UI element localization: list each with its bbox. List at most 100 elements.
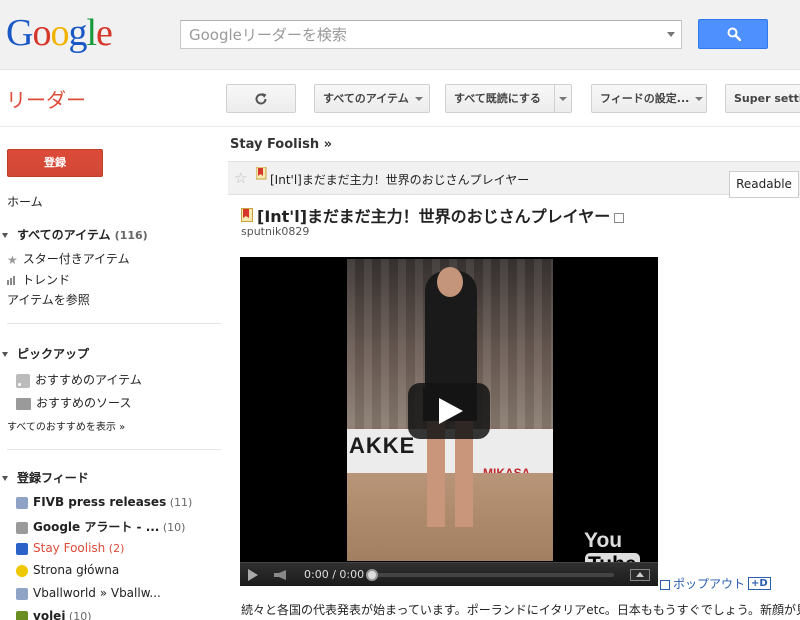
show-all-recommendations-link[interactable]: すべてのおすすめを表示 » — [7, 418, 125, 433]
feed-favicon-icon — [16, 496, 28, 509]
star-icon: ★ — [7, 252, 18, 267]
player-head — [437, 267, 463, 297]
readable-button[interactable]: Readable — [729, 171, 799, 198]
sidebar-item-starred[interactable]: ★ スター付きアイテム — [7, 250, 130, 267]
chevron-down-icon — [559, 97, 567, 101]
feed-favicon-icon — [16, 542, 28, 555]
entry-body-text: 続々と各国の代表発表が始まっています。ポーランドにイタリアetc。日本ももうすぐ… — [241, 603, 800, 617]
sidebar-item-recommended-sources[interactable]: おすすめのソース — [16, 394, 131, 411]
entry-title[interactable]: [Int'l]まだまだ主力！世界のおじさんプレイヤー — [241, 203, 625, 228]
feed-settings-label: フィードの設定... — [600, 92, 690, 105]
banner-text: AKKE — [349, 433, 416, 458]
video-controls: 0:00 / 0:00 — [240, 562, 658, 586]
blog-favicon-icon — [255, 166, 268, 184]
subscription-item[interactable]: volei (10) — [16, 609, 92, 620]
feed-favicon-icon — [16, 610, 28, 620]
logo-letter: o — [32, 12, 51, 54]
popout-label: ポップアウト — [673, 577, 746, 591]
entry-bar-title: [Int'l]まだまだ主力！世界のおじさんプレイヤー — [270, 173, 530, 187]
subscription-item[interactable]: Strona główna — [16, 563, 119, 577]
subscription-label: Strona główna — [33, 563, 120, 577]
unread-count: (2) — [105, 542, 125, 555]
youtube-logo-you: You — [584, 529, 623, 552]
folder-icon — [16, 397, 31, 410]
logo-letter: e — [96, 12, 113, 54]
popout-icon — [660, 579, 670, 590]
sidebar-item-home[interactable]: ホーム — [7, 193, 43, 210]
search-box[interactable] — [180, 20, 682, 49]
logo-letter: o — [50, 12, 69, 54]
subscription-item[interactable]: Vballworld » Vballw... — [16, 586, 161, 600]
unread-count: (116) — [114, 229, 148, 242]
unread-count: (11) — [166, 496, 193, 509]
play-button[interactable] — [408, 383, 490, 439]
play-icon[interactable] — [248, 569, 258, 581]
sidebar-divider — [7, 323, 221, 324]
mark-all-read-button[interactable]: すべて既読にする — [445, 84, 555, 113]
subscription-item[interactable]: Google アラート - ... (10) — [16, 518, 185, 535]
subscription-label: FIVB press releases — [33, 495, 167, 509]
volume-icon[interactable] — [274, 570, 286, 580]
sidebar-item-all-items[interactable]: すべてのアイテム (116) — [2, 226, 148, 243]
sidebar-item-label: すべてのアイテム — [17, 228, 111, 242]
search-icon — [727, 27, 741, 41]
feed-favicon-icon — [16, 564, 28, 577]
star-toggle-icon[interactable]: ☆ — [234, 169, 247, 187]
super-settings-button[interactable]: Super settings — [725, 84, 800, 113]
hd-badge-icon[interactable]: +D — [748, 577, 771, 590]
header: Google — [0, 0, 800, 70]
progress-scrubber[interactable] — [366, 569, 378, 581]
feed-favicon-icon — [16, 587, 28, 600]
app-title: リーダー — [6, 88, 86, 112]
entry-title-text: [Int'l]まだまだ主力！世界のおじさんプレイヤー — [257, 207, 611, 226]
sidebar-item-recommended-items[interactable]: おすすめのアイテム — [16, 371, 142, 388]
sidebar-item-label: スター付きアイテム — [22, 252, 130, 266]
rss-feed-icon — [16, 373, 30, 388]
subscription-label: Stay Foolish — [33, 541, 106, 555]
search-input[interactable] — [181, 21, 651, 48]
video-time: 0:00 / 0:00 — [304, 568, 365, 581]
mark-all-read-options-button[interactable] — [554, 84, 572, 113]
logo-letter: g — [68, 12, 87, 54]
entry-author[interactable]: sputnik0829 — [241, 225, 309, 238]
sidebar-section-explore[interactable]: ピックアップ — [2, 345, 90, 362]
logo-letter: l — [86, 12, 97, 54]
subscription-label: Vballworld » Vballw... — [33, 586, 161, 600]
subscription-item[interactable]: Stay Foolish (2) — [16, 541, 124, 555]
feed-settings-dropdown[interactable]: フィードの設定... — [591, 84, 707, 113]
popout-link[interactable]: ポップアウト — [660, 575, 745, 592]
subscription-item[interactable]: FIVB press releases (11) — [16, 495, 192, 509]
chevron-down-icon — [414, 97, 423, 101]
embedded-video[interactable]: AKKE MIKASA YouTube 0:00 / 0:00 — [240, 257, 658, 586]
refresh-button[interactable] — [226, 84, 296, 113]
subscribe-button[interactable]: 登録 — [7, 149, 103, 177]
expand-triangle-icon[interactable] — [2, 476, 8, 481]
sidebar-item-label: おすすめのアイテム — [35, 373, 142, 387]
chevron-down-icon — [695, 97, 704, 101]
sidebar-divider — [7, 449, 221, 450]
sidebar-item-trends[interactable]: トレンド — [7, 271, 70, 288]
subscription-label: Google アラート - ... — [33, 520, 160, 534]
sidebar-section-label: ピックアップ — [17, 347, 90, 361]
progress-track[interactable] — [372, 573, 614, 577]
sidebar-item-label: トレンド — [22, 273, 71, 287]
external-link-icon[interactable] — [614, 212, 625, 223]
subscription-label: volei — [33, 609, 66, 620]
all-items-dropdown[interactable]: すべてのアイテム — [314, 84, 430, 113]
stream-title[interactable]: Stay Foolish » — [230, 137, 332, 152]
refresh-icon — [255, 93, 267, 105]
fullscreen-icon[interactable] — [630, 569, 650, 581]
expand-triangle-icon[interactable] — [2, 352, 8, 357]
google-logo[interactable]: Google — [6, 8, 113, 58]
search-button[interactable] — [698, 19, 768, 49]
header-divider — [0, 126, 800, 127]
sidebar-item-browse[interactable]: アイテムを参照 — [7, 291, 90, 308]
search-options-chevron-icon[interactable] — [667, 32, 675, 37]
all-items-dropdown-label: すべてのアイテム — [323, 92, 409, 105]
expand-triangle-icon[interactable] — [2, 233, 8, 238]
sidebar-section-subscriptions[interactable]: 登録フィード — [2, 469, 89, 486]
unread-count: (10) — [159, 521, 186, 534]
sidebar-item-label: おすすめのソース — [36, 396, 132, 410]
entry-collapsed-header[interactable]: ☆ [Int'l]まだまだ主力！世界のおじさんプレイヤー — [228, 161, 800, 195]
bar-chart-icon — [7, 274, 17, 288]
